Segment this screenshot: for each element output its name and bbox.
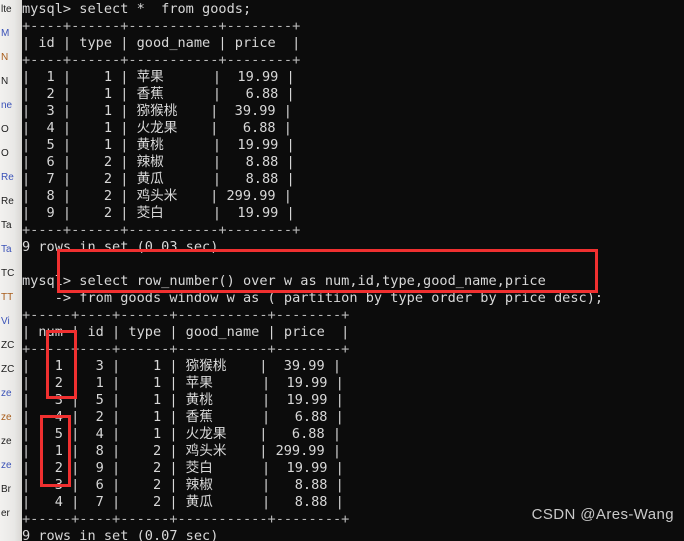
table-row: | 2 | 1 | 1 | 苹果 | 19.99 | xyxy=(22,375,344,391)
background-text-fragment: lte xyxy=(1,4,12,15)
table-separator: +-----+----+------+-----------+--------+ xyxy=(22,307,350,323)
table-row: | 4 | 7 | 2 | 黄瓜 | 8.88 | xyxy=(22,494,344,510)
table-row: | 5 | 1 | 黄桃 | 19.99 | xyxy=(22,137,295,153)
background-text-fragment: O xyxy=(1,124,9,135)
table-header-row: | id | type | good_name | price | xyxy=(22,35,301,51)
table-separator: +-----+----+------+-----------+--------+ xyxy=(22,511,350,527)
background-text-fragment: ze xyxy=(1,412,12,423)
result-status-line: 9 rows in set (0.07 sec) xyxy=(22,528,219,541)
background-text-fragment: ze xyxy=(1,436,12,447)
screenshot-root: lte M N Nne O O Re Re Ta Ta TC TT Vi ZC ZC ze ze ze ze Br er… xyxy=(0,0,684,541)
terminal-command-line: mysql> select row_number() over w as num… xyxy=(22,273,546,289)
mysql-terminal-window[interactable]: mysql> select * from goods; +----+------+… xyxy=(22,0,684,541)
background-text-fragment: Vi xyxy=(1,316,10,327)
table-row: | 1 | 3 | 1 | 猕猴桃 | 39.99 | xyxy=(22,358,342,374)
background-text-fragment: M xyxy=(1,28,10,39)
background-text-fragment: Br xyxy=(1,484,11,495)
table-row: | 7 | 2 | 黄瓜 | 8.88 | xyxy=(22,171,295,187)
table-row: | 3 | 1 | 猕猴桃 | 39.99 | xyxy=(22,103,292,119)
table-separator: +-----+----+------+-----------+--------+ xyxy=(22,341,350,357)
background-text-fragment: ze xyxy=(1,388,12,399)
table-row: | 6 | 2 | 辣椒 | 8.88 | xyxy=(22,154,295,170)
background-text-fragment: Re xyxy=(1,196,14,207)
table-row: | 4 | 2 | 1 | 香蕉 | 6.88 | xyxy=(22,409,344,425)
table-row: | 2 | 9 | 2 | 茭白 | 19.99 | xyxy=(22,460,344,476)
background-text-fragment: ZC xyxy=(1,340,15,351)
background-text-fragment: Ta xyxy=(1,220,12,231)
background-text-fragment: N xyxy=(1,52,9,63)
background-text-fragment: TT xyxy=(1,292,14,303)
table-row: | 4 | 1 | 火龙果 | 6.88 | xyxy=(22,120,292,136)
table-separator: +----+------+-----------+--------+ xyxy=(22,222,301,238)
terminal-command-line: mysql> select * from goods; xyxy=(22,1,252,17)
table-row: | 3 | 6 | 2 | 辣椒 | 8.88 | xyxy=(22,477,344,493)
table-header-row: | num | id | type | good_name | price | xyxy=(22,324,350,340)
background-text-fragment: er xyxy=(1,508,10,519)
table-separator: +----+------+-----------+--------+ xyxy=(22,18,301,34)
table-row: | 1 | 1 | 苹果 | 19.99 | xyxy=(22,69,295,85)
background-text-fragment: ze xyxy=(1,460,12,471)
table-separator: +----+------+-----------+--------+ xyxy=(22,52,301,68)
table-row: | 1 | 8 | 2 | 鸡头米 | 299.99 | xyxy=(22,443,342,459)
background-text-fragment: Re xyxy=(1,172,14,183)
background-text-fragment: ZC xyxy=(1,364,15,375)
background-text-fragment: ne xyxy=(1,100,13,111)
table-row: | 9 | 2 | 茭白 | 19.99 | xyxy=(22,205,295,221)
table-row: | 8 | 2 | 鸡头米 | 299.99 | xyxy=(22,188,292,204)
table-row: | 2 | 1 | 香蕉 | 6.88 | xyxy=(22,86,295,102)
terminal-command-line: -> from goods window w as ( partition by… xyxy=(22,290,604,306)
background-text-fragment: TC xyxy=(1,268,15,279)
background-text-fragment: N xyxy=(1,76,9,87)
csdn-watermark: CSDN @Ares-Wang xyxy=(531,506,674,523)
background-text-fragment: Ta xyxy=(1,244,12,255)
table-row: | 5 | 4 | 1 | 火龙果 | 6.88 | xyxy=(22,426,342,442)
background-text-fragment: O xyxy=(1,148,9,159)
table-row: | 3 | 5 | 1 | 黄桃 | 19.99 | xyxy=(22,392,344,408)
result-status-line: 9 rows in set (0.03 sec) xyxy=(22,239,219,255)
